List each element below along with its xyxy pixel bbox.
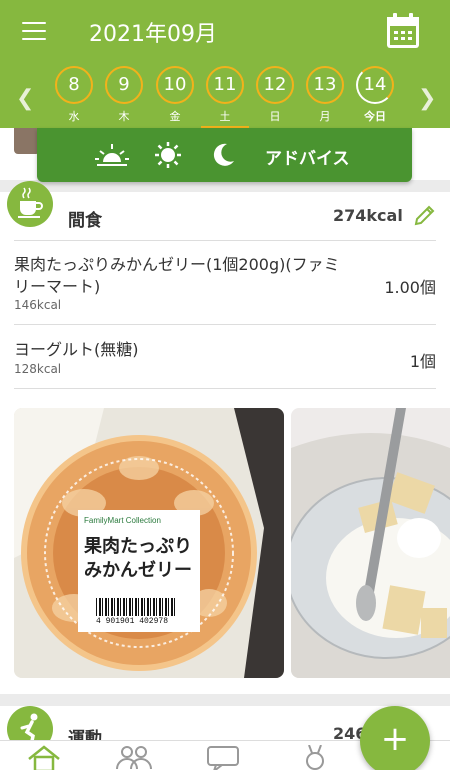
- home-icon[interactable]: [26, 745, 62, 770]
- divider: [14, 388, 436, 389]
- snack-total-kcal: 274kcal: [333, 206, 403, 225]
- month-title[interactable]: 2021年09月: [89, 16, 217, 48]
- chat-icon[interactable]: [206, 745, 242, 770]
- add-fab-button[interactable]: +: [360, 706, 430, 770]
- next-arrow-icon[interactable]: ❯: [418, 86, 436, 111]
- edit-pencil-icon[interactable]: [413, 203, 437, 227]
- day-strip: ❮ 8 水 9 木 10 金 11 土 12 日 13 月 14 今日 ❯: [0, 66, 450, 128]
- day-11-selected[interactable]: 11 土: [201, 66, 249, 128]
- calendar-icon[interactable]: [386, 13, 420, 49]
- prev-arrow-icon[interactable]: ❮: [16, 86, 34, 111]
- advice-button[interactable]: アドバイス: [37, 128, 412, 182]
- sunrise-icon: [95, 144, 129, 166]
- photo-brand: FamilyMart Collection: [84, 516, 161, 525]
- food-kcal: 128kcal: [14, 362, 62, 376]
- community-icon[interactable]: [114, 745, 154, 770]
- divider: [14, 324, 436, 325]
- advice-label: アドバイス: [265, 149, 350, 169]
- food-qty: 1.00個: [384, 278, 436, 297]
- snack-badge: [7, 181, 53, 227]
- medal-icon[interactable]: [300, 744, 330, 770]
- photo-line1: 果肉たっぷり: [84, 536, 192, 557]
- day-14-today[interactable]: 14 今日: [355, 66, 395, 124]
- yogurt-photo[interactable]: [291, 408, 450, 678]
- divider: [14, 240, 436, 241]
- food-kcal: 146kcal: [14, 298, 62, 312]
- sun-icon: [155, 142, 181, 168]
- photo-line2: みかんゼリー: [84, 560, 192, 581]
- day-13[interactable]: 13 月: [305, 66, 345, 124]
- coffee-cup-icon: [18, 187, 43, 218]
- photo-barcode: 4 901901 402978: [96, 617, 169, 626]
- jelly-photo[interactable]: FamilyMart Collection 果肉たっぷり みかんゼリー 4 90…: [14, 408, 284, 678]
- day-12[interactable]: 12 日: [255, 66, 295, 124]
- app-header: 2021年09月 ❮ 8 水 9 木 10 金 11 土 12 日 13 月 1…: [0, 0, 450, 128]
- moon-icon: [213, 143, 234, 166]
- day-8[interactable]: 8 水: [54, 66, 94, 124]
- day-10[interactable]: 10 金: [155, 66, 195, 124]
- food-qty: 1個: [409, 352, 436, 371]
- snack-title: 間食: [68, 211, 102, 231]
- food-name-line1: 果肉たっぷりみかんゼリー(1個200g)(ファミ: [14, 255, 340, 274]
- day-9[interactable]: 9 木: [104, 66, 144, 124]
- menu-icon[interactable]: [22, 22, 46, 40]
- food-name-line2: リーマート): [14, 277, 101, 296]
- food-name: ヨーグルト(無糖): [14, 340, 139, 359]
- barcode-graphic: [96, 598, 176, 616]
